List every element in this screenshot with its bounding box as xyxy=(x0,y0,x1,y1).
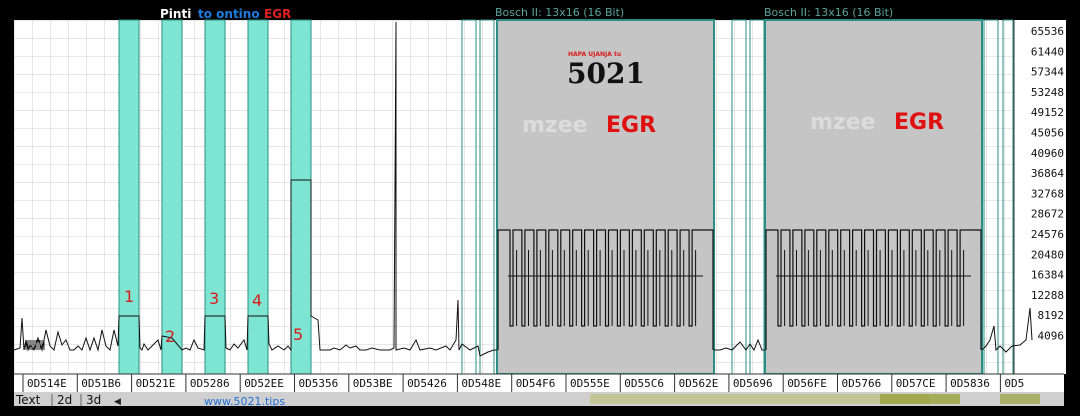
watermark-2-gray: mzee xyxy=(810,110,876,135)
x-axis-label: 0D5356 xyxy=(299,377,339,390)
header-middle: to ontino xyxy=(198,7,260,21)
highlight-3[interactable] xyxy=(204,19,226,375)
y-axis-label: 40960 xyxy=(1031,147,1064,160)
marker-3: 3 xyxy=(209,289,219,308)
x-axis-label: 0D55C6 xyxy=(624,377,664,390)
y-axis-label: 28672 xyxy=(1031,208,1064,221)
y-axis-label: 57344 xyxy=(1031,66,1064,79)
y-axis-label: 45056 xyxy=(1031,127,1064,140)
x-axis-label: 0D514E xyxy=(27,377,67,390)
y-axis-label: 8192 xyxy=(1038,309,1065,322)
header-prefix: Pinti xyxy=(160,7,191,21)
x-axis-label: 0D5 xyxy=(1004,377,1024,390)
marker-5: 5 xyxy=(293,325,303,344)
y-axis-label: 16384 xyxy=(1031,269,1064,282)
x-axis-label: 0D5286 xyxy=(190,377,230,390)
highlight-5[interactable] xyxy=(290,19,312,375)
marker-1: 1 xyxy=(124,287,134,306)
x-axis-label: 0D5696 xyxy=(733,377,773,390)
logo-big-text: 5021 xyxy=(567,57,645,90)
x-axis-label: 0D52EE xyxy=(244,377,284,390)
y-axis-label: 32768 xyxy=(1031,187,1064,200)
x-axis-label: 0D555E xyxy=(570,377,610,390)
tab-2d[interactable]: 2d xyxy=(57,393,72,407)
hex-graph-view: 1 2 3 4 5 Pinti to ontino EGR Bosch II: … xyxy=(13,6,1066,408)
x-axis-label: 0D548E xyxy=(461,377,501,390)
tab-text[interactable]: Text xyxy=(15,393,41,407)
highlight-4[interactable] xyxy=(247,19,269,375)
x-axis-label: 0D57CE xyxy=(896,377,936,390)
x-axis-label: 0D562E xyxy=(679,377,719,390)
logo-5021: HAPA UJANJA tu 5021 xyxy=(567,51,645,90)
map-title-1: Bosch II: 13x16 (16 Bit) xyxy=(495,6,624,19)
marker-2: 2 xyxy=(165,327,175,346)
highlight-1[interactable] xyxy=(118,19,140,375)
y-axis-label: 20480 xyxy=(1031,248,1064,261)
x-axis-label: 0D54F6 xyxy=(516,377,556,390)
y-axis-label: 36864 xyxy=(1031,167,1064,180)
x-axis-label: 0D56FE xyxy=(787,377,827,390)
map-title-2: Bosch II: 13x16 (16 Bit) xyxy=(764,6,893,19)
x-axis-label: 0D53BE xyxy=(353,377,393,390)
y-axis-label: 4096 xyxy=(1038,330,1065,343)
y-axis-label: 53248 xyxy=(1031,86,1064,99)
y-axis-label: 12288 xyxy=(1031,289,1064,302)
x-axis-label: 0D5426 xyxy=(407,377,447,390)
y-axis-label: 61440 xyxy=(1031,45,1064,58)
highlight-2[interactable] xyxy=(161,19,183,375)
x-axis-label: 0D521E xyxy=(136,377,176,390)
watermark-2-red: EGR xyxy=(894,110,944,135)
x-axis-label: 0D5836 xyxy=(950,377,990,390)
y-axis-label: 65536 xyxy=(1031,25,1064,38)
scroll-left-icon[interactable]: ◀ xyxy=(114,397,121,407)
x-axis-label: 0D5766 xyxy=(842,377,882,390)
tab-3d[interactable]: 3d xyxy=(86,393,101,407)
marker-4: 4 xyxy=(252,291,262,310)
header-suffix: EGR xyxy=(264,7,291,21)
y-axis-label: 24576 xyxy=(1031,228,1064,241)
url-watermark: www.5021.tips xyxy=(204,395,285,408)
x-axis-label: 0D51B6 xyxy=(81,377,121,390)
watermark-1-red: EGR xyxy=(606,113,656,138)
y-axis-label: 49152 xyxy=(1031,106,1064,119)
watermark-1-gray: mzee xyxy=(522,113,588,138)
